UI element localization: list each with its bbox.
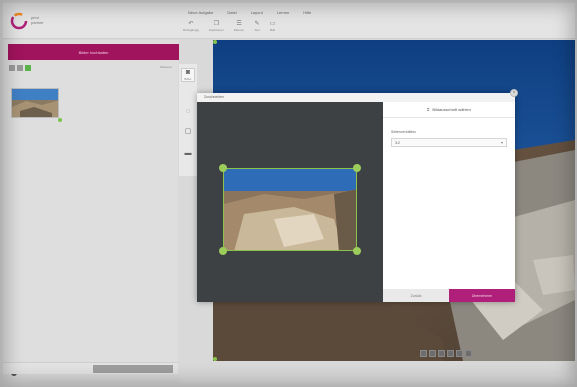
image-icon: ▭: [269, 21, 276, 27]
crop-frame[interactable]: [223, 168, 357, 251]
image-thumbnail[interactable]: [11, 88, 59, 118]
crop-settings-header: ⌗ Bildausschnitt wählen: [383, 102, 515, 118]
apply-button[interactable]: Übernehmen: [449, 289, 515, 302]
fullscreen-icon[interactable]: [447, 350, 454, 357]
canvas-zoom-controls: [420, 350, 472, 357]
text-icon: ◌: [185, 108, 191, 115]
menu-item-layout[interactable]: Layout: [251, 10, 263, 15]
zoom-in-icon[interactable]: [438, 350, 445, 357]
vtool-text[interactable]: ◌: [181, 108, 195, 116]
crop-settings-panel: ⌗ Bildausschnitt wählen Seitenverhältnis…: [383, 102, 515, 302]
vertical-toolstrip: ◙ Bilder ◌ ▢ ▬: [179, 64, 197, 176]
crop-handle-bottom-left[interactable]: [219, 247, 227, 255]
ratio-select[interactable]: 3:2 ▾: [391, 138, 507, 147]
crop-handle-bottom-right[interactable]: [353, 247, 361, 255]
menu-item-help[interactable]: Hilfe: [303, 10, 311, 15]
close-icon[interactable]: ×: [510, 89, 518, 97]
logo-text: print partner: [31, 15, 44, 25]
crop-area: [197, 102, 383, 302]
app-logo[interactable]: [9, 11, 29, 31]
ratio-label: Seitenverhältnis: [391, 130, 416, 134]
crop-preview-image: [224, 169, 356, 250]
pen-icon: ✎: [254, 21, 260, 27]
sort-dropdown[interactable]: Sortieren: [160, 65, 172, 69]
pager-item[interactable]: [17, 65, 23, 71]
camera-icon: ◙: [185, 69, 191, 76]
menu-item-file[interactable]: Datei: [227, 10, 236, 15]
left-footer: [3, 362, 178, 374]
crop-dialog: Zuschneiden × ⌗ Bildausschnitt wählen Se…: [197, 89, 518, 302]
top-bar: print partner Neue Aufgabe Datei Layout …: [3, 3, 575, 39]
delete-icon[interactable]: [465, 350, 472, 357]
toolbar-image[interactable]: ▭ Bild: [270, 21, 276, 32]
toolbar-text[interactable]: ✎ Text: [254, 21, 260, 32]
download-button[interactable]: [93, 365, 173, 373]
vtool-frame[interactable]: ▢: [181, 128, 195, 136]
menu-item-learn[interactable]: Lernen: [277, 10, 289, 15]
used-indicator: [58, 118, 62, 122]
pager-item-active[interactable]: [25, 65, 31, 71]
toolbar: ↶ Rückgängig ❐ Duplizieren ☰ Ebenen ✎ Text ▭…: [183, 21, 275, 32]
pager-item[interactable]: [9, 65, 15, 71]
crop-handle-top-right[interactable]: [353, 164, 361, 172]
menu-item-new[interactable]: Neue Aufgabe: [188, 10, 213, 15]
dialog-title: Zuschneiden: [197, 93, 515, 102]
status-bar: [180, 374, 575, 384]
vtool-images[interactable]: ◙ Bilder: [181, 68, 195, 82]
frame-icon: ▢: [184, 128, 192, 135]
corner-handle[interactable]: [213, 40, 217, 44]
upload-images-button[interactable]: Bilder hochladen: [8, 44, 179, 60]
crop-handle-top-left[interactable]: [219, 164, 227, 172]
image-library-panel: Bilder hochladen Sortieren: [3, 40, 179, 376]
vtool-background[interactable]: ▬: [181, 150, 195, 158]
zoom-out-icon[interactable]: [420, 350, 427, 357]
crop-icon: ⌗: [427, 107, 430, 112]
zoom-fit-icon[interactable]: [429, 350, 436, 357]
toolbar-duplicate[interactable]: ❐ Duplizieren: [209, 21, 224, 32]
layers-icon: ☰: [236, 21, 242, 27]
corner-handle[interactable]: [213, 357, 217, 361]
chevron-down-icon: ▾: [500, 140, 503, 145]
cancel-button[interactable]: Zurück: [383, 289, 449, 302]
background-icon: ▬: [184, 150, 192, 157]
toolbar-layers[interactable]: ☰ Ebenen: [234, 21, 244, 32]
undo-icon: ↶: [188, 21, 194, 27]
pager: [9, 65, 31, 71]
toolbar-undo[interactable]: ↶ Rückgängig: [183, 21, 199, 32]
main-menu: Neue Aufgabe Datei Layout Lernen Hilfe: [188, 10, 311, 15]
rotate-icon[interactable]: [456, 350, 463, 357]
copy-icon: ❐: [213, 21, 220, 27]
